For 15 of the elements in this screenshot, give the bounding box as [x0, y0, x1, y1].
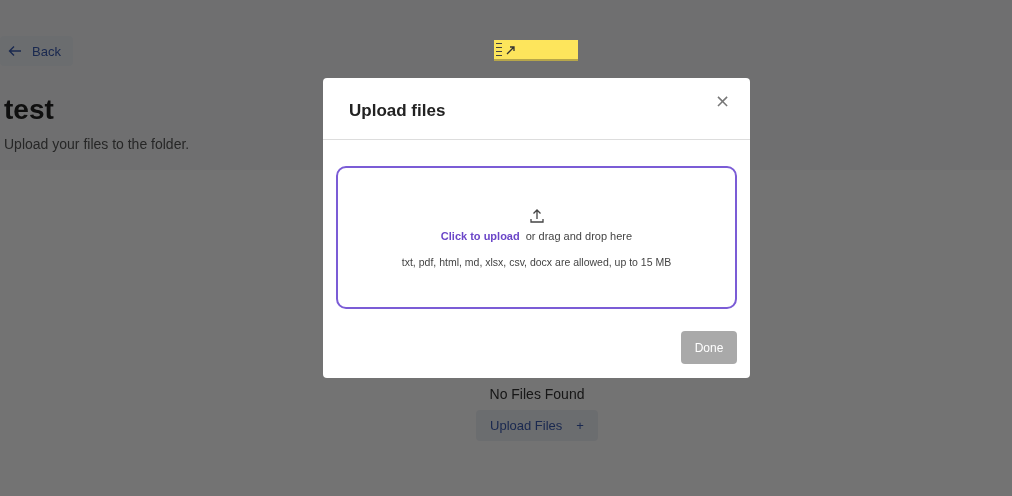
arrow-left-icon	[8, 44, 22, 58]
dialog-title: Upload files	[349, 100, 446, 121]
page-subtitle: Upload your files to the folder.	[4, 136, 190, 152]
upload-files-button[interactable]: Upload Files +	[476, 410, 598, 441]
drag-drop-text: or drag and drop here	[525, 229, 633, 242]
close-button[interactable]: ×	[710, 90, 734, 111]
click-to-upload-link[interactable]: Click to upload	[440, 229, 520, 242]
back-button[interactable]: Back	[0, 36, 73, 66]
arrow-icon	[506, 44, 516, 55]
upload-icon	[528, 207, 545, 224]
empty-state-text: No Files Found	[489, 386, 585, 402]
allowed-types-hint: txt, pdf, html, md, xlsx, csv, docx are allowed, up to 15 MB	[401, 255, 672, 268]
page-title: test	[4, 94, 54, 126]
sticky-note-widget[interactable]	[494, 40, 578, 61]
dropzone[interactable]: Click to upload or drag and drop here txt, pdf, html, md, xlsx, csv, docx are allowed, up to 15 MB	[336, 166, 737, 309]
